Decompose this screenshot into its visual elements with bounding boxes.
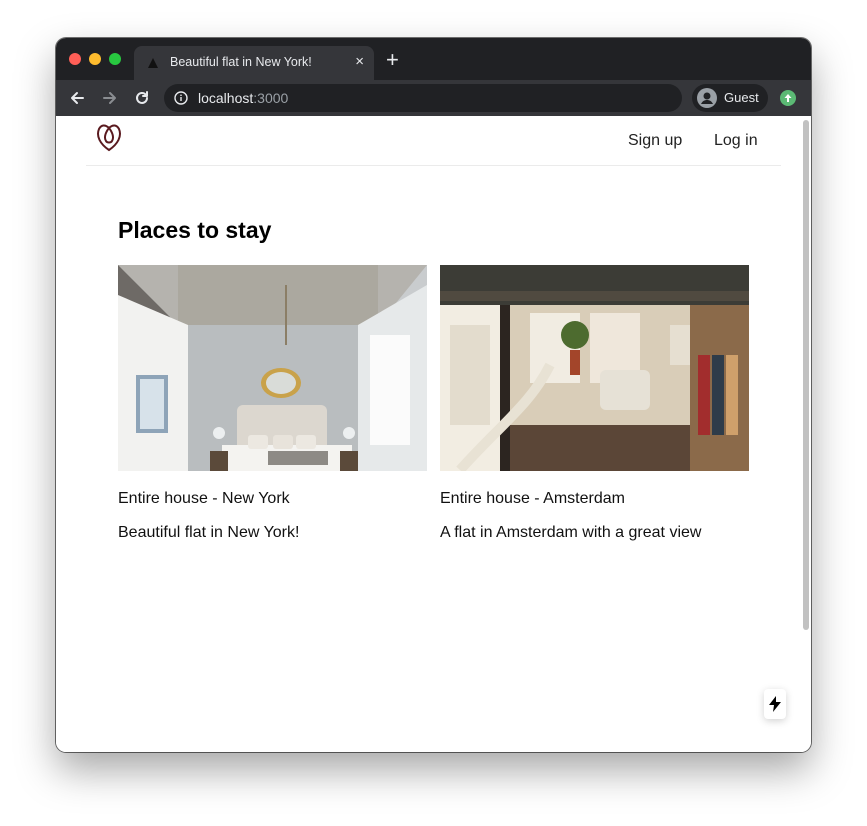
browser-toolbar: localhost:3000 Guest [56, 80, 811, 116]
login-link[interactable]: Log in [714, 132, 758, 150]
listing-type: Entire house - New York [118, 490, 290, 507]
new-tab-button[interactable]: + [386, 49, 399, 71]
profile-label: Guest [724, 90, 759, 105]
forward-icon[interactable] [101, 89, 119, 107]
airbnb-logo-icon[interactable] [94, 122, 124, 154]
close-window-button[interactable] [69, 53, 81, 65]
page-title: Places to stay [118, 217, 272, 243]
back-icon[interactable] [68, 89, 86, 107]
browser-window: Beautiful flat in New York! × + localhos… [56, 38, 811, 752]
lightning-icon [769, 696, 781, 712]
url-host: localhost [198, 90, 254, 106]
listing-card[interactable]: Entire house - New York Beautiful flat i… [118, 265, 427, 555]
favicon-icon [148, 58, 158, 68]
build-indicator-button[interactable] [764, 689, 786, 719]
tab-active[interactable]: Beautiful flat in New York! × [134, 46, 374, 80]
listing-title[interactable]: A flat in Amsterdam with a great view [440, 524, 701, 542]
profile-button[interactable]: Guest [692, 84, 768, 112]
site-header: Sign up Log in [86, 116, 781, 166]
page-viewport: Sign up Log in Places to stay Entire hou… [56, 116, 811, 752]
listing-card[interactable]: Entire house - Amsterdam A flat in Amste… [440, 265, 749, 555]
listing-photo-loft[interactable] [440, 265, 749, 471]
reload-icon[interactable] [133, 89, 151, 107]
tab-bar: Beautiful flat in New York! × + [56, 38, 811, 80]
tab-title: Beautiful flat in New York! [170, 55, 312, 69]
address-bar[interactable]: localhost:3000 [164, 84, 682, 112]
info-icon[interactable] [174, 91, 188, 105]
listing-title[interactable]: Beautiful flat in New York! [118, 524, 299, 542]
maximize-window-button[interactable] [109, 53, 121, 65]
signup-link[interactable]: Sign up [628, 132, 682, 150]
update-icon[interactable] [780, 90, 796, 106]
scrollbar-thumb[interactable] [803, 120, 809, 630]
listing-type: Entire house - Amsterdam [440, 490, 625, 507]
listing-photo-bedroom[interactable] [118, 265, 427, 471]
minimize-window-button[interactable] [89, 53, 101, 65]
avatar-icon [697, 88, 717, 108]
url-port: :3000 [253, 90, 289, 106]
url-text: localhost:3000 [198, 90, 288, 106]
update-arrow-icon [784, 94, 792, 102]
tab-close-icon[interactable]: × [355, 54, 364, 70]
